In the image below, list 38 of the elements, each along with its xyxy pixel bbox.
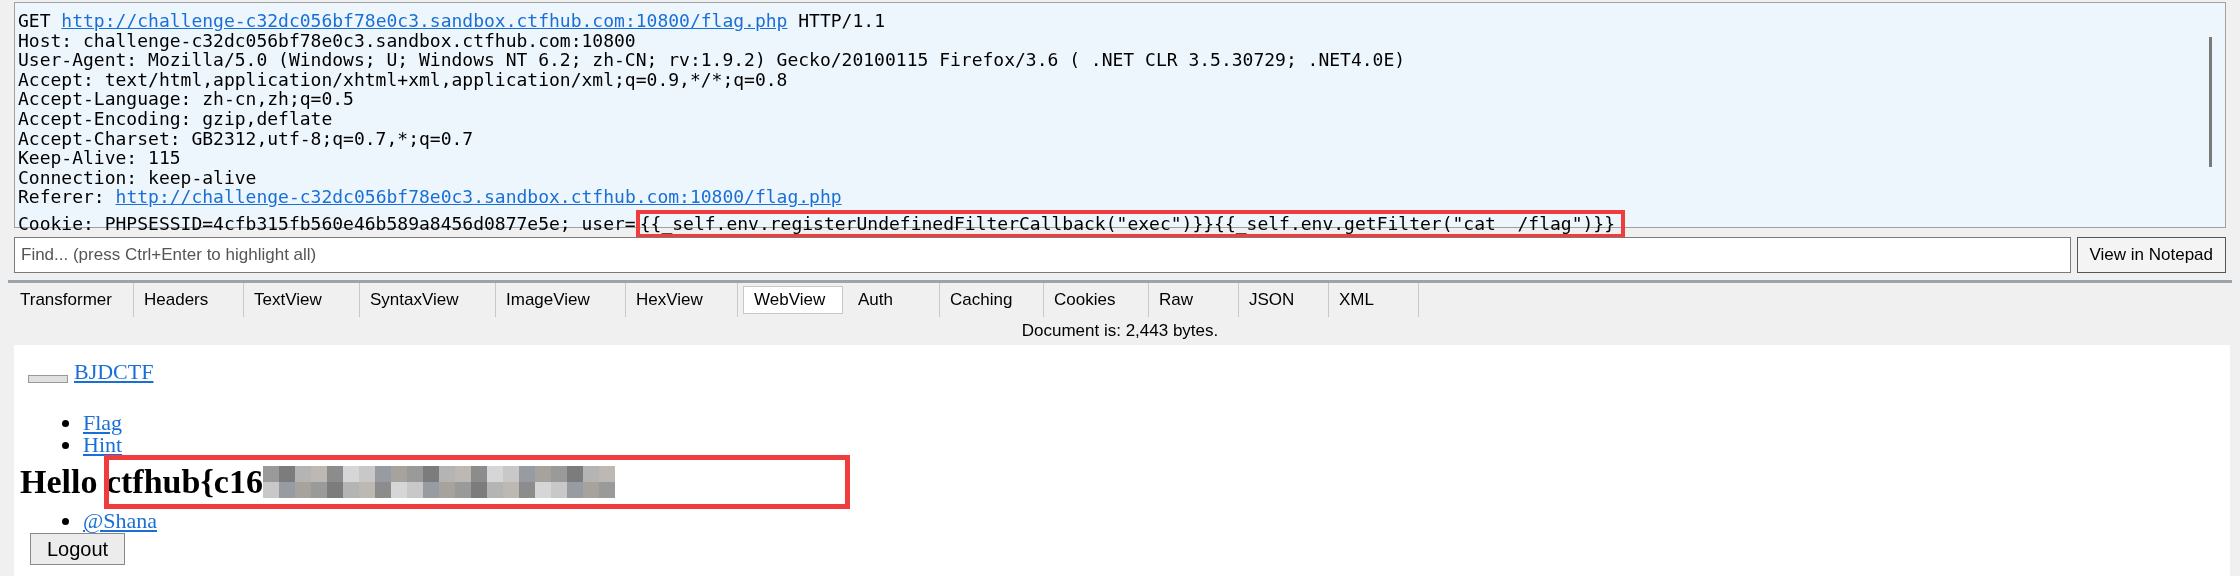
- header-line: Connection: keep-alive: [18, 167, 257, 188]
- menu-link[interactable]: Flag: [83, 412, 123, 434]
- view-tab[interactable]: Transformer: [10, 283, 134, 317]
- header-line: Keep-Alive: 115: [18, 148, 181, 168]
- view-in-notepad-button[interactable]: View in Notepad: [2076, 237, 2226, 273]
- view-tab[interactable]: Cookies: [1044, 283, 1149, 317]
- view-tab[interactable]: Headers: [134, 283, 244, 317]
- logout-button[interactable]: Logout: [30, 533, 126, 565]
- bullet-icon: [62, 441, 69, 449]
- view-tab[interactable]: SyntaxView: [360, 283, 496, 317]
- find-field[interactable]: Find... (press Ctrl+Enter to highlight all): [14, 237, 2071, 273]
- user-link[interactable]: @Shana: [83, 510, 158, 532]
- view-tab[interactable]: JSON: [1239, 283, 1329, 317]
- view-tab[interactable]: Caching: [940, 283, 1044, 317]
- bullet-icon: [62, 517, 69, 525]
- menu-link[interactable]: Hint: [83, 434, 123, 456]
- header-line: User-Agent: Mozilla/5.0 (Windows; U; Windows NT 6.2; zh-CN; rv:1.9.2) Gecko/20100115 Firefox/3.6 ( .NET CLR 3.5.30729; .NET4.0E): [18, 50, 1406, 70]
- view-tab[interactable]: ImageView: [496, 283, 626, 317]
- header-line: Accept-Encoding: gzip,deflate: [18, 108, 333, 129]
- header-line: Cookie: PHPSESSID=4cfb315fb560e46b589a8456d0877e5e; user=: [18, 214, 636, 234]
- header-line: Accept-Charset: GB2312,utf-8;q=0.7,*;q=0.7: [18, 128, 474, 149]
- status-text: Document is: 2,443 bytes.: [1021, 320, 1219, 342]
- toggle-button[interactable]: [28, 374, 68, 383]
- bullet-icon: [62, 419, 69, 427]
- view-tab[interactable]: TextView: [244, 283, 360, 317]
- view-tab[interactable]: Raw: [1149, 283, 1239, 317]
- url-link[interactable]: http://challenge-c32dc056bf78e0c3.sandbox.ctfhub.com:10800/flag.php: [61, 10, 788, 31]
- view-tab[interactable]: XML: [1329, 283, 1419, 317]
- view-tab[interactable]: Auth: [848, 283, 940, 317]
- header-line: Referer: http://challenge-c32dc056bf78e0c3.sandbox.ctfhub.com:10800/flag.php: [18, 187, 842, 207]
- header-line: Accept-Language: zh-cn,zh;q=0.5: [18, 89, 354, 109]
- view-tab[interactable]: HexView: [626, 283, 738, 317]
- view-tab[interactable]: WebView: [743, 286, 843, 314]
- header-line: Host: challenge-c32dc056bf78e0c3.sandbox.ctfhub.com:10800: [18, 30, 636, 51]
- greeting-heading: Hello ctfhub{c16: [20, 462, 263, 502]
- brand-link[interactable]: BJDCTF: [74, 355, 154, 388]
- header-line: GET http://challenge-c32dc056bf78e0c3.sandbox.ctfhub.com:10800/flag.php HTTP/1.1: [18, 11, 885, 31]
- header-line: Accept: text/html,application/xhtml+xml,application/xml;q=0.9,*/*;q=0.8: [18, 69, 788, 90]
